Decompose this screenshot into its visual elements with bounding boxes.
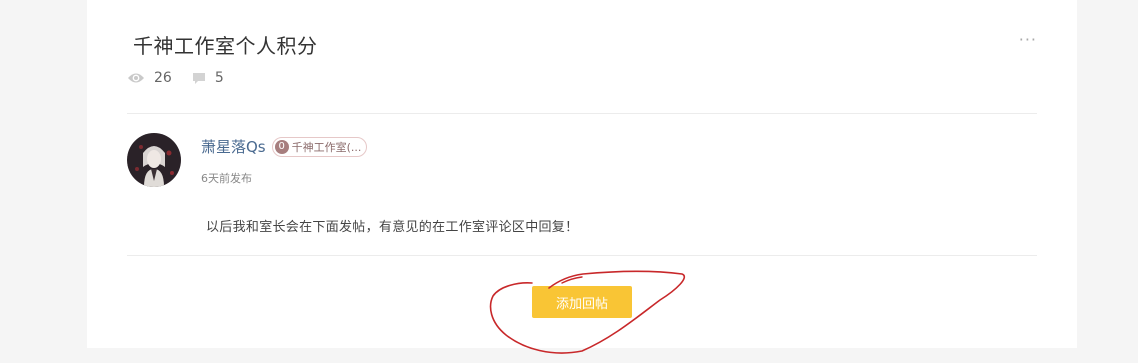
eye-icon [128, 73, 144, 83]
comments-count: 5 [214, 70, 224, 86]
post-stats: 26 5 [127, 68, 244, 88]
views-count: 26 [154, 70, 172, 86]
avatar[interactable] [127, 133, 181, 187]
divider [127, 113, 1037, 114]
add-reply-button[interactable]: 添加回帖 [532, 286, 632, 318]
comments-stat: 5 [192, 70, 224, 86]
post-content: 以后我和室长会在下面发帖，有意见的在工作室评论区中回复！ [206, 220, 579, 235]
author-row: 萧星落Qs 0 千神工作室(... [201, 136, 368, 157]
views-stat: 26 [127, 70, 172, 86]
studio-badge[interactable]: 0 千神工作室(... [271, 136, 368, 157]
post-card: 千神工作室个人积分 ··· 26 5 萧星落Qs 0 千神工作室(... 6天前… [87, 0, 1077, 348]
comment-icon [192, 72, 205, 84]
divider [127, 255, 1037, 256]
more-options-icon[interactable]: ··· [1019, 30, 1037, 49]
post-time: 6天前发布 [201, 172, 252, 185]
author-name[interactable]: 萧星落Qs [201, 136, 266, 157]
badge-level: 0 [274, 139, 289, 154]
post-title: 千神工作室个人积分 [133, 34, 318, 58]
badge-label: 千神工作室(... [291, 140, 362, 154]
